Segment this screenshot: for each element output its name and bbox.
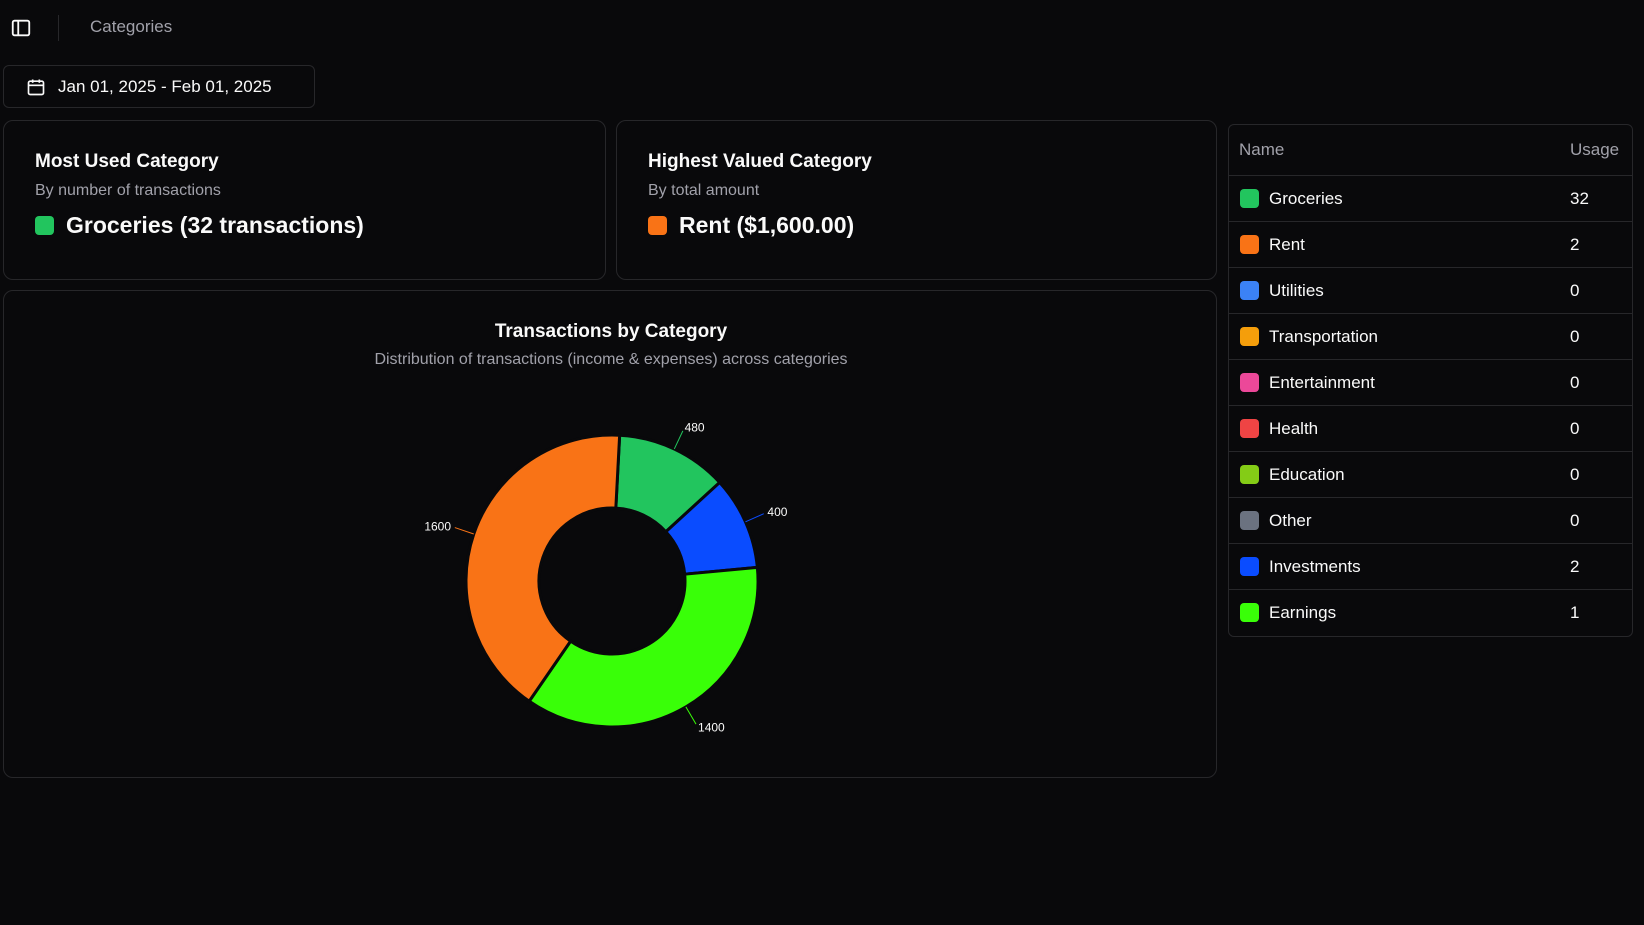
top-bar: Categories — [0, 0, 1644, 56]
table-row[interactable]: Entertainment 0 — [1229, 360, 1632, 406]
table-header: Name Usage — [1229, 125, 1632, 176]
slice-value-label: 1600 — [424, 519, 451, 533]
category-color-swatch — [1240, 281, 1259, 300]
category-usage: 1 — [1570, 603, 1580, 622]
category-usage: 0 — [1570, 419, 1580, 438]
table-row[interactable]: Other 0 — [1229, 498, 1632, 544]
table-row[interactable]: Earnings 1 — [1229, 590, 1632, 635]
donut-chart: 480 400 1400 1600 — [424, 420, 787, 735]
category-usage: 2 — [1570, 557, 1580, 576]
category-name: Education — [1269, 465, 1345, 484]
card-title: Highest Valued Category — [648, 151, 872, 172]
category-name: Transportation — [1269, 327, 1378, 346]
category-color-swatch — [1240, 557, 1259, 576]
most-used-card: Most Used Category By number of transact… — [3, 120, 606, 280]
category-color-swatch — [1240, 235, 1259, 254]
table-row[interactable]: Investments 2 — [1229, 544, 1632, 590]
chart-card: Transactions by Category Distribution of… — [3, 290, 1217, 778]
category-name: Earnings — [1269, 603, 1337, 622]
slice-value-label: 400 — [767, 505, 787, 519]
category-color-swatch — [648, 216, 667, 235]
table-row[interactable]: Rent 2 — [1229, 222, 1632, 268]
card-value: Rent ($1,600.00) — [648, 212, 854, 239]
category-usage: 2 — [1570, 235, 1580, 254]
category-name: Groceries — [1269, 189, 1343, 208]
table-row[interactable]: Transportation 0 — [1229, 314, 1632, 360]
category-color-swatch — [35, 216, 54, 235]
date-range-label: Jan 01, 2025 - Feb 01, 2025 — [58, 76, 272, 96]
category-usage: 32 — [1570, 189, 1589, 208]
calendar-icon — [27, 79, 45, 95]
category-name: Rent — [1269, 235, 1305, 254]
category-table: Name Usage Groceries 32 Rent 2 Utilities 0 Tra… — [1228, 124, 1633, 637]
card-title: Most Used Category — [35, 151, 219, 172]
category-color-swatch — [1240, 373, 1259, 392]
category-usage: 0 — [1570, 327, 1580, 346]
header-usage: Usage — [1570, 140, 1620, 159]
card-subtitle: By total amount — [648, 182, 760, 199]
category-color-swatch — [1240, 419, 1259, 438]
card-value: Groceries (32 transactions) — [35, 212, 364, 239]
category-color-swatch — [1240, 511, 1259, 530]
label-leader-line — [454, 527, 474, 535]
label-leader-line — [685, 706, 697, 725]
category-usage: 0 — [1570, 281, 1580, 300]
category-color-swatch — [1240, 465, 1259, 484]
label-leader-line — [673, 430, 684, 450]
sidebar-toggle-icon[interactable] — [10, 17, 32, 39]
category-name: Other — [1269, 511, 1312, 530]
breadcrumb: Categories — [90, 17, 173, 36]
category-name: Utilities — [1269, 281, 1324, 300]
topbar-divider — [58, 15, 59, 41]
most-used-value: Groceries (32 transactions) — [66, 212, 364, 238]
card-subtitle: By number of transactions — [35, 182, 221, 199]
table-row[interactable]: Utilities 0 — [1229, 268, 1632, 314]
category-name: Health — [1269, 419, 1319, 438]
category-color-swatch — [1240, 327, 1259, 346]
table-row[interactable]: Groceries 32 — [1229, 176, 1632, 222]
category-color-swatch — [1240, 189, 1259, 208]
table-body: Groceries 32 Rent 2 Utilities 0 Transportation… — [1229, 176, 1632, 635]
date-range-button[interactable]: Jan 01, 2025 - Feb 01, 2025 — [3, 65, 315, 108]
highest-valued-card: Highest Valued Category By total amount … — [616, 120, 1217, 280]
category-usage: 0 — [1570, 373, 1580, 392]
slice-value-label: 1400 — [698, 721, 725, 735]
header-name: Name — [1239, 140, 1285, 159]
category-name: Entertainment — [1269, 373, 1375, 392]
slice-value-label: 480 — [685, 420, 705, 434]
category-usage: 0 — [1570, 465, 1580, 484]
category-name: Investments — [1269, 557, 1361, 576]
highest-valued-value: Rent ($1,600.00) — [679, 212, 855, 238]
label-leader-line — [745, 513, 764, 523]
table-row[interactable]: Education 0 — [1229, 452, 1632, 498]
category-usage: 0 — [1570, 511, 1580, 530]
category-color-swatch — [1240, 603, 1259, 622]
table-row[interactable]: Health 0 — [1229, 406, 1632, 452]
